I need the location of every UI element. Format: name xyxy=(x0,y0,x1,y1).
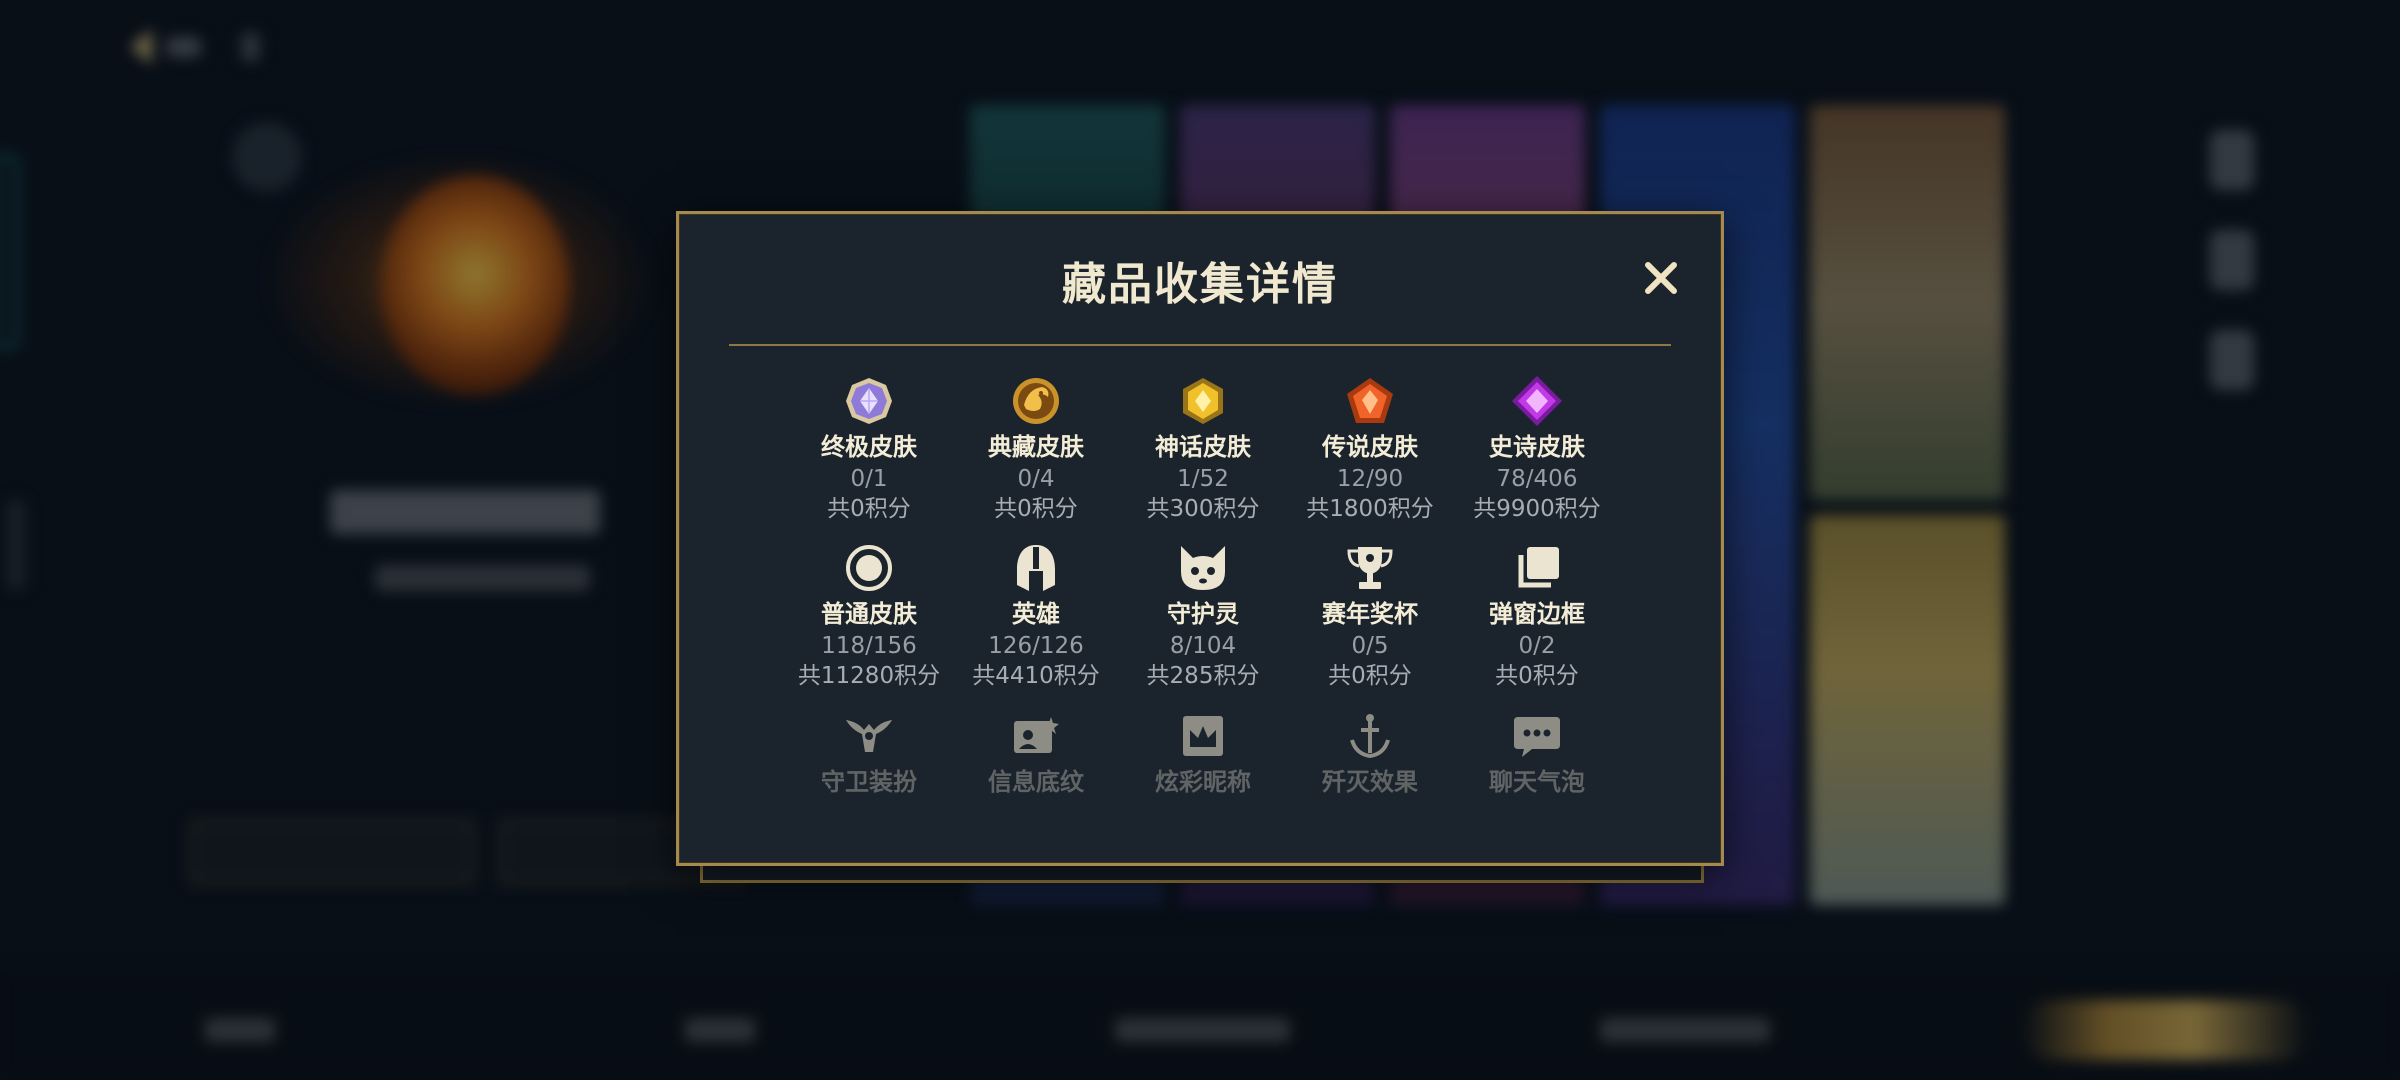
guardian-spirit-icon xyxy=(1181,546,1225,590)
close-icon xyxy=(1645,262,1677,294)
category-ward-skin[interactable]: 守卫装扮 xyxy=(779,709,959,797)
category-popup-frame[interactable]: 弹窗边框 0/2 共0积分 xyxy=(1447,541,1627,691)
category-points: 共0积分 xyxy=(1328,663,1412,689)
epic-skin-icon xyxy=(1512,376,1562,426)
finisher-effect-icon xyxy=(1350,714,1390,759)
category-count: 118/156 xyxy=(821,633,917,659)
hero-helmet-icon xyxy=(1017,545,1055,591)
category-label: 守护灵 xyxy=(1167,600,1239,628)
category-guardian-spirit[interactable]: 守护灵 8/104 共285积分 xyxy=(1113,541,1293,691)
category-epic-skin[interactable]: 史诗皮肤 78/406 共9900积分 xyxy=(1447,374,1627,524)
chat-bubble-icon xyxy=(1514,717,1560,757)
category-label: 典藏皮肤 xyxy=(988,433,1084,461)
category-points: 共9900积分 xyxy=(1473,496,1601,522)
category-collector-skin[interactable]: 典藏皮肤 0/4 共0积分 xyxy=(946,374,1126,524)
category-points: 共4410积分 xyxy=(972,663,1100,689)
collection-details-modal: 藏品收集详情 终极皮肤 0/1 共0积分 典藏皮肤 0/4 共0积分 神话皮肤 … xyxy=(676,211,1724,866)
category-label: 终极皮肤 xyxy=(821,433,917,461)
category-count: 126/126 xyxy=(988,633,1084,659)
category-points: 共1800积分 xyxy=(1306,496,1434,522)
category-count: 0/5 xyxy=(1351,633,1389,659)
category-points: 共0积分 xyxy=(994,496,1078,522)
ward-skin-icon xyxy=(846,720,892,752)
category-label: 普通皮肤 xyxy=(821,600,917,628)
category-label: 歼灭效果 xyxy=(1322,768,1418,796)
category-label: 弹窗边框 xyxy=(1489,600,1585,628)
modal-title: 藏品收集详情 xyxy=(1062,259,1338,310)
category-colorful-name[interactable]: 炫彩昵称 xyxy=(1113,709,1293,797)
category-label: 史诗皮肤 xyxy=(1489,433,1585,461)
info-card-icon xyxy=(1014,717,1059,753)
category-label: 英雄 xyxy=(1012,600,1060,628)
trophy-icon xyxy=(1347,547,1393,589)
close-button[interactable] xyxy=(1641,258,1681,298)
category-mythic-skin[interactable]: 神话皮肤 1/52 共300积分 xyxy=(1113,374,1293,524)
category-label: 炫彩昵称 xyxy=(1155,768,1251,796)
category-count: 0/4 xyxy=(1017,466,1055,492)
category-count: 12/90 xyxy=(1336,466,1404,492)
normal-skin-icon xyxy=(846,545,892,591)
collector-skin-icon xyxy=(1013,378,1059,424)
category-count: 8/104 xyxy=(1169,633,1237,659)
category-hero[interactable]: 英雄 126/126 共4410积分 xyxy=(946,541,1126,691)
category-label: 传说皮肤 xyxy=(1322,433,1418,461)
category-season-trophy[interactable]: 赛年奖杯 0/5 共0积分 xyxy=(1280,541,1460,691)
ultimate-skin-icon xyxy=(846,378,892,424)
title-divider xyxy=(729,344,1671,346)
category-count: 1/52 xyxy=(1177,466,1229,492)
category-points: 共11280积分 xyxy=(797,663,941,689)
category-points: 共300积分 xyxy=(1146,496,1260,522)
mythic-skin-icon xyxy=(1183,378,1223,424)
category-points: 共0积分 xyxy=(827,496,911,522)
category-label: 赛年奖杯 xyxy=(1322,600,1418,628)
colorful-name-icon xyxy=(1183,716,1223,756)
popup-frame-icon xyxy=(1518,547,1559,588)
category-finisher-effect[interactable]: 歼灭效果 xyxy=(1280,709,1460,797)
category-chat-bubble[interactable]: 聊天气泡 xyxy=(1447,709,1627,797)
category-count: 0/1 xyxy=(850,466,888,492)
legendary-skin-icon xyxy=(1347,378,1393,423)
category-label: 信息底纹 xyxy=(988,768,1084,796)
category-legendary-skin[interactable]: 传说皮肤 12/90 共1800积分 xyxy=(1280,374,1460,524)
category-label: 聊天气泡 xyxy=(1489,768,1585,796)
category-ultimate-skin[interactable]: 终极皮肤 0/1 共0积分 xyxy=(779,374,959,524)
category-points: 共285积分 xyxy=(1146,663,1260,689)
category-normal-skin[interactable]: 普通皮肤 118/156 共11280积分 xyxy=(779,541,959,691)
category-count: 0/2 xyxy=(1518,633,1556,659)
category-label: 守卫装扮 xyxy=(821,768,917,796)
category-count: 78/406 xyxy=(1496,466,1578,492)
category-points: 共0积分 xyxy=(1495,663,1579,689)
category-label: 神话皮肤 xyxy=(1155,433,1251,461)
category-info-card[interactable]: 信息底纹 xyxy=(946,709,1126,797)
